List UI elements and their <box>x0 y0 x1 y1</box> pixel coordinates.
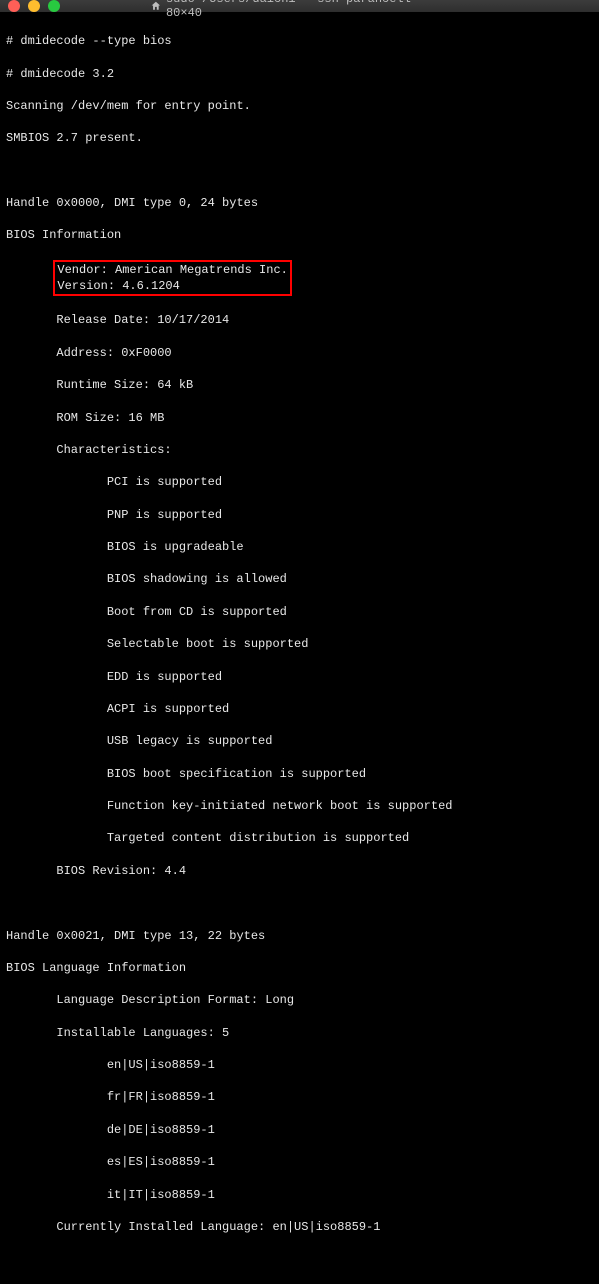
characteristic-item: PCI is supported <box>6 474 593 490</box>
characteristic-item: USB legacy is supported <box>6 733 593 749</box>
output-line: Scanning /dev/mem for entry point. <box>6 98 593 114</box>
field-rom-size: ROM Size: 16 MB <box>6 410 593 426</box>
terminal-window: sudo /Users/daichi — ssh parancell — 80×… <box>0 0 599 642</box>
field-address: Address: 0xF0000 <box>6 345 593 361</box>
version-value: 4.6.1204 <box>122 279 180 293</box>
vendor-label: Vendor: <box>57 263 115 277</box>
language-item: it|IT|iso8859-1 <box>6 1187 593 1203</box>
minimize-button[interactable] <box>28 0 40 12</box>
characteristic-item: EDD is supported <box>6 669 593 685</box>
traffic-lights <box>8 0 60 12</box>
vendor-value: American Megatrends Inc. <box>115 263 288 277</box>
characteristic-item: Boot from CD is supported <box>6 604 593 620</box>
section-title: BIOS Language Information <box>6 960 593 976</box>
handle-header: Handle 0x0000, DMI type 0, 24 bytes <box>6 195 593 211</box>
highlighted-block: Vendor: American Megatrends Inc. Version… <box>6 260 593 296</box>
maximize-button[interactable] <box>48 0 60 12</box>
cmd-line: # dmidecode --type bios <box>6 33 593 49</box>
blank-line <box>6 1251 593 1267</box>
characteristic-item: Function key-initiated network boot is s… <box>6 798 593 814</box>
section-title: BIOS Information <box>6 227 593 243</box>
close-button[interactable] <box>8 0 20 12</box>
field-installable-langs: Installable Languages: 5 <box>6 1025 593 1041</box>
output-line: # dmidecode 3.2 <box>6 66 593 82</box>
characteristic-item: Selectable boot is supported <box>6 636 593 652</box>
characteristic-item: Targeted content distribution is support… <box>6 830 593 846</box>
characteristic-item: BIOS is upgradeable <box>6 539 593 555</box>
field-bios-revision: BIOS Revision: 4.4 <box>6 863 593 879</box>
home-icon <box>150 0 161 12</box>
field-lang-desc-format: Language Description Format: Long <box>6 992 593 1008</box>
handle-header: Handle 0x0021, DMI type 13, 22 bytes <box>6 928 593 944</box>
language-item: en|US|iso8859-1 <box>6 1057 593 1073</box>
blank-line <box>6 163 593 179</box>
characteristic-item: ACPI is supported <box>6 701 593 717</box>
characteristic-item: PNP is supported <box>6 507 593 523</box>
window-title-text: sudo /Users/daichi — ssh parancell — 80×… <box>166 0 449 20</box>
output-line: SMBIOS 2.7 present. <box>6 130 593 146</box>
language-item: de|DE|iso8859-1 <box>6 1122 593 1138</box>
characteristic-item: BIOS boot specification is supported <box>6 766 593 782</box>
window-title: sudo /Users/daichi — ssh parancell — 80×… <box>150 0 450 20</box>
language-item: fr|FR|iso8859-1 <box>6 1089 593 1105</box>
field-release-date: Release Date: 10/17/2014 <box>6 312 593 328</box>
characteristic-item: BIOS shadowing is allowed <box>6 571 593 587</box>
characteristics-label: Characteristics: <box>6 442 593 458</box>
field-current-lang: Currently Installed Language: en|US|iso8… <box>6 1219 593 1235</box>
blank-line <box>6 895 593 911</box>
version-label: Version: <box>57 279 122 293</box>
language-item: es|ES|iso8859-1 <box>6 1154 593 1170</box>
titlebar: sudo /Users/daichi — ssh parancell — 80×… <box>0 0 599 13</box>
terminal-body[interactable]: # dmidecode --type bios # dmidecode 3.2 … <box>0 13 599 1284</box>
red-highlight-box: Vendor: American Megatrends Inc. Version… <box>53 260 291 296</box>
field-runtime-size: Runtime Size: 64 kB <box>6 377 593 393</box>
